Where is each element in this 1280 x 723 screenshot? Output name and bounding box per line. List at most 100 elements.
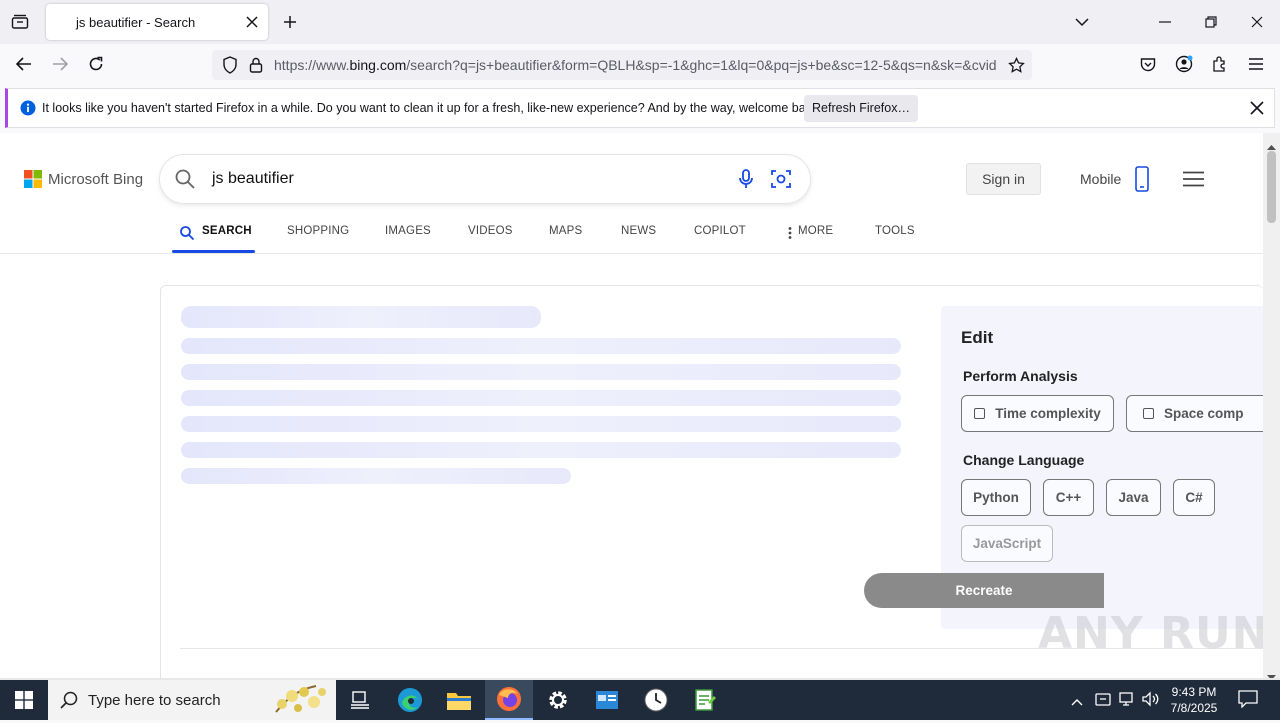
bing-logo[interactable]: Microsoft Bing bbox=[24, 170, 143, 188]
close-tab-icon[interactable] bbox=[242, 12, 262, 32]
notifications-icon[interactable] bbox=[1238, 690, 1258, 713]
time-complexity-label: Time complexity bbox=[995, 406, 1101, 421]
search-highlight-image-icon bbox=[268, 682, 334, 723]
close-window-icon[interactable] bbox=[1247, 12, 1267, 32]
active-scope-indicator bbox=[172, 250, 255, 253]
url-prefix: https://www. bbox=[274, 57, 350, 73]
search-icon[interactable] bbox=[174, 168, 196, 190]
refresh-firefox-button[interactable]: Refresh Firefox… bbox=[804, 95, 918, 122]
search-input[interactable]: js beautifier bbox=[212, 170, 294, 188]
loading-placeholder bbox=[181, 468, 571, 484]
menu-icon[interactable] bbox=[1246, 54, 1266, 74]
scope-search[interactable]: SEARCH bbox=[202, 225, 252, 237]
search-scopes: SEARCH SHOPPING IMAGES VIDEOS MAPS NEWS … bbox=[0, 213, 1263, 254]
scope-more[interactable]: MORE bbox=[798, 225, 833, 237]
forward-icon[interactable] bbox=[50, 54, 70, 74]
visual-search-icon[interactable] bbox=[771, 169, 791, 189]
tab-bar: js beautifier - Search bbox=[0, 0, 1280, 44]
language-javascript-button: JavaScript bbox=[961, 525, 1053, 562]
more-dots-icon bbox=[788, 226, 792, 244]
minimize-icon[interactable] bbox=[1155, 12, 1175, 32]
scope-tools[interactable]: TOOLS bbox=[875, 225, 915, 237]
checkbox-icon bbox=[1143, 408, 1154, 419]
search-box[interactable]: js beautifier bbox=[160, 155, 810, 203]
taskbar-search-icon bbox=[60, 691, 78, 714]
url-domain: bing.com bbox=[349, 57, 407, 73]
lock-icon[interactable] bbox=[246, 55, 266, 75]
extensions-icon[interactable] bbox=[1210, 54, 1230, 74]
tracking-protection-icon[interactable] bbox=[220, 55, 240, 75]
space-complexity-label: Space comp bbox=[1164, 406, 1244, 421]
new-tab-icon[interactable] bbox=[280, 12, 300, 32]
clock-time: 9:43 PM bbox=[1171, 685, 1217, 699]
info-icon bbox=[18, 98, 38, 118]
hamburger-menu-icon[interactable] bbox=[1182, 169, 1204, 189]
mobile-phone-icon bbox=[1135, 166, 1150, 192]
microphone-icon[interactable] bbox=[736, 169, 756, 189]
system-clock[interactable]: 9:43 PM 7/8/2025 bbox=[1166, 684, 1222, 716]
sign-in-button[interactable]: Sign in bbox=[966, 163, 1041, 195]
anyrun-watermark: ANY RUN bbox=[1038, 608, 1270, 659]
taskbar-search-box[interactable]: Type here to search bbox=[48, 680, 336, 720]
start-button-icon[interactable] bbox=[0, 680, 48, 720]
firefox-notification-bar: It looks like you haven't started Firefo… bbox=[5, 88, 1275, 128]
list-all-tabs-icon[interactable] bbox=[1072, 12, 1092, 32]
security-tray-icon[interactable] bbox=[1095, 691, 1111, 712]
loading-placeholder bbox=[181, 390, 901, 406]
recreate-button[interactable]: Recreate bbox=[864, 573, 1104, 608]
scope-videos[interactable]: VIDEOS bbox=[468, 225, 513, 237]
edit-title: Edit bbox=[961, 328, 994, 347]
edge-icon[interactable] bbox=[386, 680, 434, 720]
notification-message: It looks like you haven't started Firefo… bbox=[42, 101, 822, 115]
microsoft-logo-icon bbox=[24, 170, 42, 188]
loading-placeholder bbox=[181, 364, 901, 380]
language-java-button[interactable]: Java bbox=[1106, 479, 1161, 516]
reload-icon[interactable] bbox=[86, 54, 106, 74]
url-path: /search?q=js+beautifier&form=QBLH&sp=-1&… bbox=[406, 57, 997, 73]
bookmark-star-icon[interactable] bbox=[1006, 55, 1026, 75]
language-csharp-button[interactable]: C# bbox=[1173, 479, 1215, 516]
language-heading: Change Language bbox=[963, 452, 1085, 468]
volume-icon[interactable] bbox=[1142, 691, 1160, 712]
taskbar: Type here to search 9:43 PM 7/8/2025 bbox=[0, 680, 1280, 720]
scope-copilot[interactable]: COPILOT bbox=[694, 225, 746, 237]
url-bar[interactable]: https://www.bing.com/search?q=js+beautif… bbox=[212, 50, 1032, 80]
network-icon[interactable] bbox=[1118, 691, 1136, 712]
time-complexity-option[interactable]: Time complexity bbox=[961, 395, 1114, 432]
firefox-taskbar-icon[interactable] bbox=[485, 680, 533, 720]
task-view-icon[interactable] bbox=[336, 680, 384, 720]
bing-logo-text: Microsoft Bing bbox=[48, 170, 144, 188]
scope-shopping[interactable]: SHOPPING bbox=[287, 225, 349, 237]
bing-page: Microsoft Bing js beautifier Sign in Mob… bbox=[0, 133, 1263, 678]
clock-date: 7/8/2025 bbox=[1170, 701, 1218, 715]
search-scope-icon bbox=[180, 226, 195, 245]
checkbox-icon bbox=[974, 408, 986, 419]
page-scrollbar[interactable] bbox=[1263, 133, 1280, 680]
close-notification-icon[interactable] bbox=[1247, 98, 1267, 118]
file-explorer-icon[interactable] bbox=[435, 680, 483, 720]
navigation-bar: https://www.bing.com/search?q=js+beautif… bbox=[0, 44, 1280, 86]
loading-placeholder bbox=[181, 338, 901, 354]
taskbar-search-placeholder: Type here to search bbox=[88, 692, 221, 709]
clock-app-icon[interactable] bbox=[632, 680, 680, 720]
restore-icon[interactable] bbox=[1201, 12, 1221, 32]
scope-images[interactable]: IMAGES bbox=[385, 225, 431, 237]
analysis-heading: Perform Analysis bbox=[963, 368, 1078, 384]
active-tab[interactable]: js beautifier - Search bbox=[46, 4, 268, 40]
settings-gear-icon[interactable] bbox=[534, 680, 582, 720]
scope-maps[interactable]: MAPS bbox=[549, 225, 582, 237]
pocket-icon[interactable] bbox=[1138, 54, 1158, 74]
app-window-icon[interactable] bbox=[583, 680, 631, 720]
mobile-link[interactable]: Mobile bbox=[1080, 166, 1150, 192]
language-python-button[interactable]: Python bbox=[961, 479, 1031, 516]
notepad-plus-icon[interactable] bbox=[681, 680, 729, 720]
tab-list-icon[interactable] bbox=[10, 12, 30, 32]
language-cpp-button[interactable]: C++ bbox=[1043, 479, 1094, 516]
url-text[interactable]: https://www.bing.com/search?q=js+beautif… bbox=[274, 57, 998, 73]
scope-news[interactable]: NEWS bbox=[621, 225, 656, 237]
space-complexity-option[interactable]: Space comp bbox=[1126, 395, 1263, 432]
scroll-thumb[interactable] bbox=[1267, 151, 1276, 223]
tray-chevron-icon[interactable] bbox=[1071, 693, 1083, 711]
account-icon[interactable] bbox=[1174, 54, 1194, 74]
back-icon[interactable] bbox=[14, 54, 34, 74]
